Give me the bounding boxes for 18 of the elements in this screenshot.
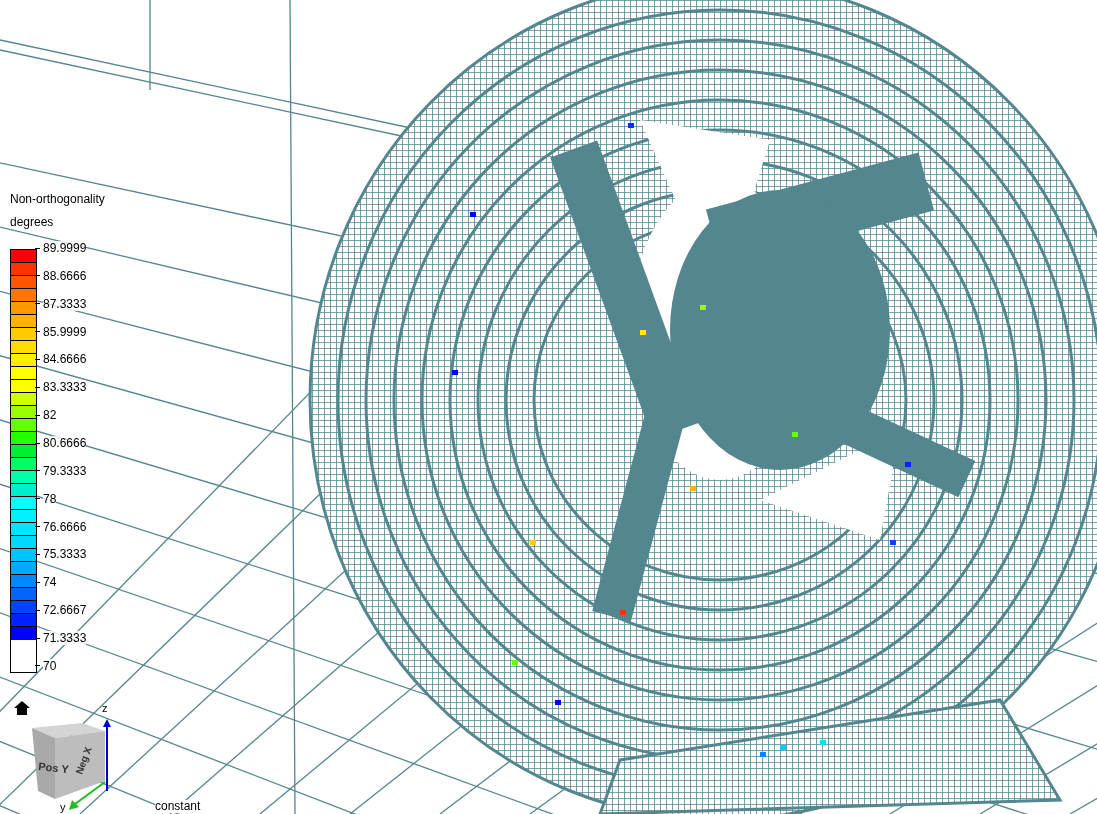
home-icon[interactable]: [14, 701, 30, 715]
footer-text: constant: [155, 800, 201, 813]
scale-label: 79.3333: [43, 463, 87, 478]
y-axis-arrow: [69, 780, 107, 810]
scale-label: 80.6666: [43, 436, 87, 450]
scale-label: 88.6666: [43, 268, 87, 283]
scale-label: 76.6666: [43, 519, 87, 534]
legend-unit: degrees: [10, 214, 55, 230]
scale-label: 89.9999: [43, 241, 87, 255]
scale-label: 71.3333: [43, 631, 87, 646]
legend-title: Non-orthogonality: [10, 191, 105, 207]
scale-label: 85.9999: [43, 324, 87, 339]
axis-label: y: [60, 801, 66, 813]
z-axis-arrow: [103, 719, 111, 791]
axis-label: z: [102, 702, 108, 714]
scale-label: 70: [43, 658, 57, 673]
scale-label: 78: [43, 491, 57, 506]
scale-label: 87.3333: [43, 296, 87, 311]
